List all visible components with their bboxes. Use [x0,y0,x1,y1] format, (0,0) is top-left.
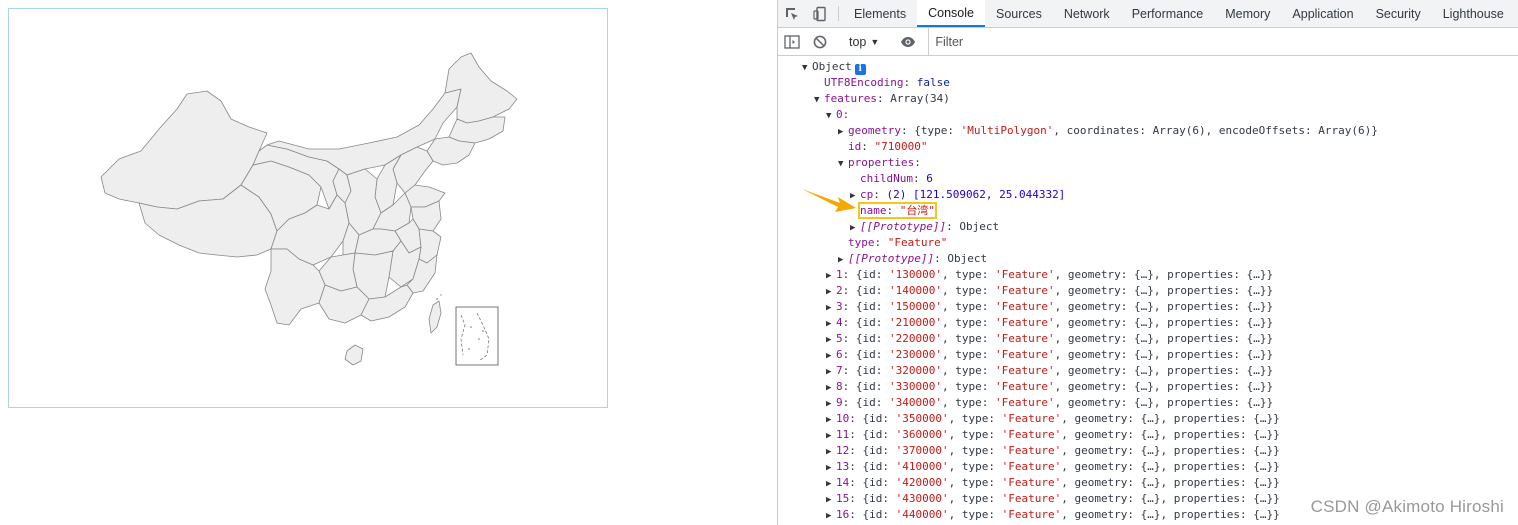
tab-network[interactable]: Network [1053,0,1121,27]
feature-row[interactable]: ▶ 8: {id: '330000', type: 'Feature', geom… [778,379,1518,395]
properties-row[interactable]: ▼ properties: [778,155,1518,171]
inspect-element-icon[interactable] [778,0,806,27]
collapse-triangle-icon[interactable]: ▶ [838,124,848,140]
collapse-triangle-icon[interactable]: ▶ [826,348,836,364]
feature-row[interactable]: ▶ 14: {id: '420000', type: 'Feature', geo… [778,475,1518,491]
sidebar-toggle-icon[interactable] [778,34,806,49]
tab-elements[interactable]: Elements [843,0,917,27]
collapse-triangle-icon[interactable]: ▶ [826,492,836,508]
collapse-triangle-icon[interactable]: ▶ [826,332,836,348]
feature-row[interactable]: ▶ 12: {id: '370000', type: 'Feature', geo… [778,443,1518,459]
highlighted-name: name: "台湾" [858,202,937,219]
tab-memory[interactable]: Memory [1214,0,1281,27]
feature-row[interactable]: ▶ 3: {id: '150000', type: 'Feature', geom… [778,299,1518,315]
collapse-triangle-icon[interactable]: ▶ [838,252,848,268]
feature-0-row[interactable]: ▼ 0: [778,107,1518,123]
collapse-triangle-icon[interactable]: ▶ [826,364,836,380]
collapse-triangle-icon[interactable]: ▶ [826,508,836,524]
object-root[interactable]: ▼ Object i [778,59,1518,75]
tab-sources[interactable]: Sources [985,0,1053,27]
type-row: type: "Feature" [848,236,948,249]
collapse-triangle-icon[interactable]: ▶ [826,444,836,460]
dropdown-arrow-icon: ▼ [870,36,880,47]
collapse-triangle-icon[interactable]: ▶ [850,220,860,236]
filter-input[interactable]: Filter [928,28,1518,55]
childnum-row: childNum: 6 [860,172,933,185]
expand-triangle-icon[interactable]: ▼ [838,156,848,172]
feature-rows-list: ▶ 1: {id: '130000', type: 'Feature', geom… [778,267,1518,523]
id-row: id: "710000" [848,140,928,153]
info-icon[interactable]: i [854,64,866,75]
features-row[interactable]: ▼ features: Array(34) [778,91,1518,107]
feature-row[interactable]: ▶ 10: {id: '350000', type: 'Feature', geo… [778,411,1518,427]
cp-row[interactable]: ▶ cp: (2) [121.509062, 25.044332] [778,187,1518,203]
devtools-tabbar: Elements Console Sources Network Perform… [778,0,1518,28]
collapse-triangle-icon[interactable]: ▶ [826,396,836,412]
expand-triangle-icon[interactable]: ▼ [826,108,836,124]
tab-performance[interactable]: Performance [1121,0,1215,27]
console-output: ▼ Object i UTF8Encoding: false ▼ features: … [778,56,1518,523]
collapse-triangle-icon[interactable]: ▶ [826,476,836,492]
tab-lighthouse[interactable]: Lighthouse [1432,0,1515,27]
tab-console[interactable]: Console [917,0,985,27]
collapse-triangle-icon[interactable]: ▶ [826,300,836,316]
name-row: name: "台湾" [778,202,1518,219]
feature-row[interactable]: ▶ 2: {id: '140000', type: 'Feature', geom… [778,283,1518,299]
collapse-triangle-icon[interactable]: ▶ [826,412,836,428]
utf8-row: UTF8Encoding: false [824,76,950,89]
devtools-panel: Elements Console Sources Network Perform… [777,0,1518,525]
feature-row[interactable]: ▶ 13: {id: '410000', type: 'Feature', geo… [778,459,1518,475]
feature-row[interactable]: ▶ 11: {id: '360000', type: 'Feature', geo… [778,427,1518,443]
collapse-triangle-icon[interactable]: ▶ [826,316,836,332]
feature-row[interactable]: ▶ 1: {id: '130000', type: 'Feature', geom… [778,267,1518,283]
collapse-triangle-icon[interactable]: ▶ [826,428,836,444]
context-selector[interactable]: top ▼ [843,35,885,49]
region-zhejiang [418,228,442,264]
annotation-arrow-icon [802,189,856,212]
collapse-triangle-icon[interactable]: ▶ [826,268,836,284]
expand-triangle-icon[interactable]: ▼ [802,60,812,76]
collapse-triangle-icon[interactable]: ▶ [826,284,836,300]
region-hainan [344,344,364,366]
prototype-outer-row[interactable]: ▶ [[Prototype]]: Object [778,251,1518,267]
region-taiwan [428,300,442,334]
feature-row[interactable]: ▶ 7: {id: '320000', type: 'Feature', geom… [778,363,1518,379]
expand-triangle-icon[interactable]: ▼ [814,92,824,108]
feature-row[interactable]: ▶ 5: {id: '220000', type: 'Feature', geom… [778,331,1518,347]
collapse-triangle-icon[interactable]: ▶ [826,460,836,476]
map-chart-container[interactable] [8,8,608,408]
console-toolbar: top ▼ Filter [778,28,1518,56]
watermark: CSDN @Akimoto Hiroshi [1310,497,1504,516]
context-label: top [849,34,867,49]
device-toolbar-icon[interactable] [806,0,834,27]
tab-security[interactable]: Security [1365,0,1432,27]
clear-console-icon[interactable] [806,35,834,49]
feature-row[interactable]: ▶ 6: {id: '230000', type: 'Feature', geom… [778,347,1518,363]
tab-application[interactable]: Application [1281,0,1364,27]
feature-row[interactable]: ▶ 9: {id: '340000', type: 'Feature', geom… [778,395,1518,411]
collapse-triangle-icon[interactable]: ▶ [826,380,836,396]
geometry-row[interactable]: ▶ geometry: {type: 'MultiPolygon', coordi… [778,123,1518,139]
eye-icon[interactable] [894,36,922,48]
south-china-sea-inset [455,306,499,366]
china-map[interactable] [9,9,609,409]
tabbar-separator [838,6,839,21]
region-heilongjiang [444,52,518,124]
prototype-inner-row[interactable]: ▶ [[Prototype]]: Object [778,219,1518,235]
feature-row[interactable]: ▶ 4: {id: '210000', type: 'Feature', geom… [778,315,1518,331]
